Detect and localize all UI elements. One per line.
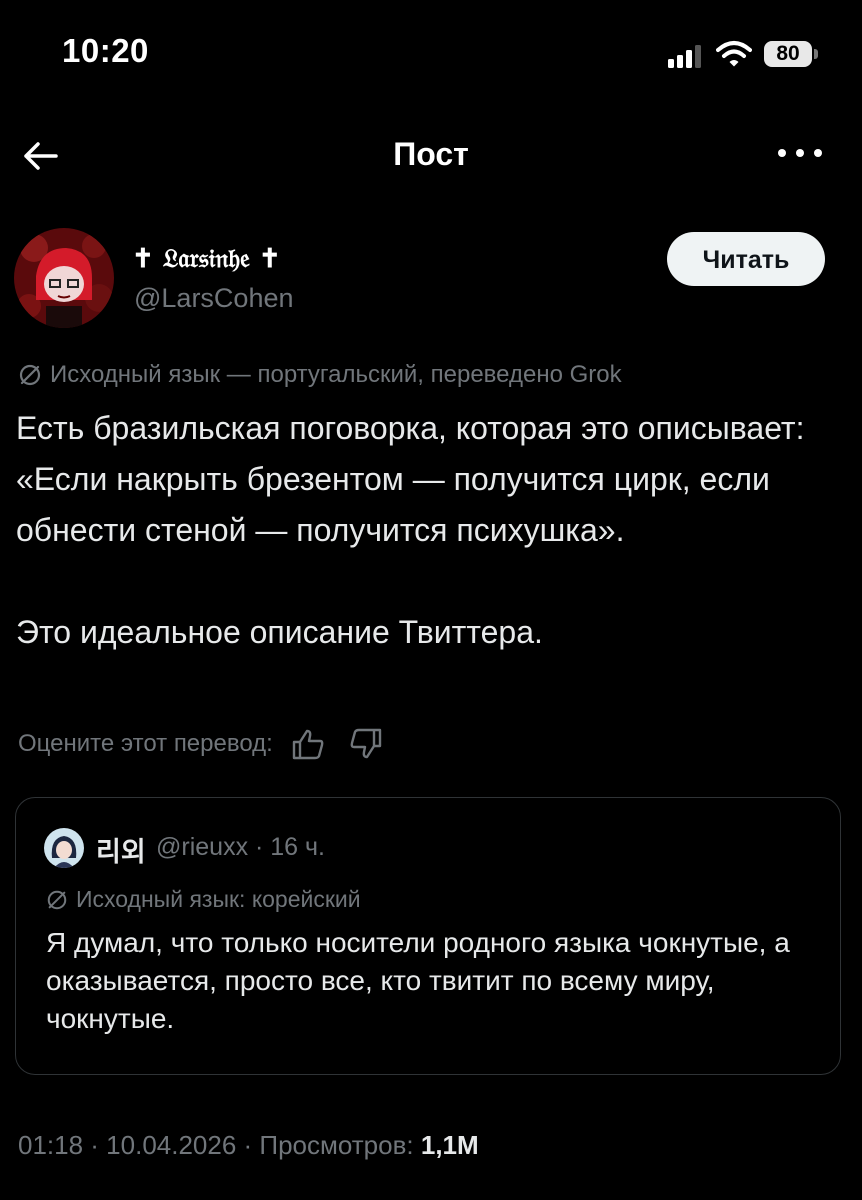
thumbs-up-icon[interactable] (291, 728, 325, 760)
quoted-translation-note: Исходный язык: корейский (46, 886, 361, 913)
author-avatar[interactable] (14, 228, 114, 328)
quoted-avatar-image (44, 828, 84, 868)
post-meta-footer: 01:18 · 10.04.2026 · Просмотров: 1,1M (18, 1130, 479, 1161)
rate-translation-label: Оцените этот перевод: (18, 730, 273, 757)
quoted-avatar (44, 828, 84, 868)
status-time: 10:20 (62, 32, 149, 69)
wifi-icon (716, 41, 752, 67)
quoted-author-name: 리외 (96, 837, 146, 867)
cellular-signal-icon (668, 45, 701, 68)
post-paragraph: Это идеальное описание Твиттера. (16, 614, 543, 650)
view-count[interactable]: 1,1M (421, 1130, 479, 1160)
quoted-post-text: Я думал, что только носители родного язы… (46, 927, 790, 1034)
post-paragraph: Есть бразильская поговорка, которая это … (16, 410, 805, 548)
battery-cap (814, 49, 818, 59)
translation-note: Исходный язык — португальский, переведен… (18, 361, 622, 389)
quoted-translation-note-text: Исходный язык: корейский (76, 886, 361, 912)
battery-indicator: 80 (764, 41, 812, 67)
quoted-post[interactable]: 리외 @rieuxx · 16 ч. Исходный язык: корейс… (15, 797, 841, 1075)
thumbs-down-icon[interactable] (349, 728, 383, 760)
page-title: Пост (393, 136, 469, 172)
author-display-name[interactable]: ✝ 𝔏𝔞𝔯𝔰𝔦𝔫𝔥𝔢 ✝ (132, 244, 281, 275)
post-text: Есть бразильская поговорка, которая это … (16, 403, 836, 658)
top-nav: Пост (0, 120, 862, 190)
translation-note-text: Исходный язык — португальский, переведен… (50, 361, 622, 388)
post-timestamp: 01:18 · 10.04.2026 · Просмотров: (18, 1130, 421, 1160)
author-handle[interactable]: @LarsCohen (134, 283, 294, 314)
avatar-image (14, 228, 114, 328)
translate-icon (19, 364, 41, 386)
translate-icon (47, 890, 67, 909)
post-screen: 10:20 80 Пост ✝ 𝔏𝔞𝔯𝔰𝔦𝔫𝔥𝔢 ✝ @LarsCohen Чи… (0, 0, 862, 1200)
quoted-author-meta: @rieuxx · 16 ч. (156, 833, 326, 861)
rate-translation-row: Оцените этот перевод: (18, 728, 383, 760)
status-bar: 10:20 80 (0, 0, 862, 100)
follow-button[interactable]: Читать (667, 232, 825, 286)
more-horizontal-icon[interactable] (772, 138, 828, 168)
